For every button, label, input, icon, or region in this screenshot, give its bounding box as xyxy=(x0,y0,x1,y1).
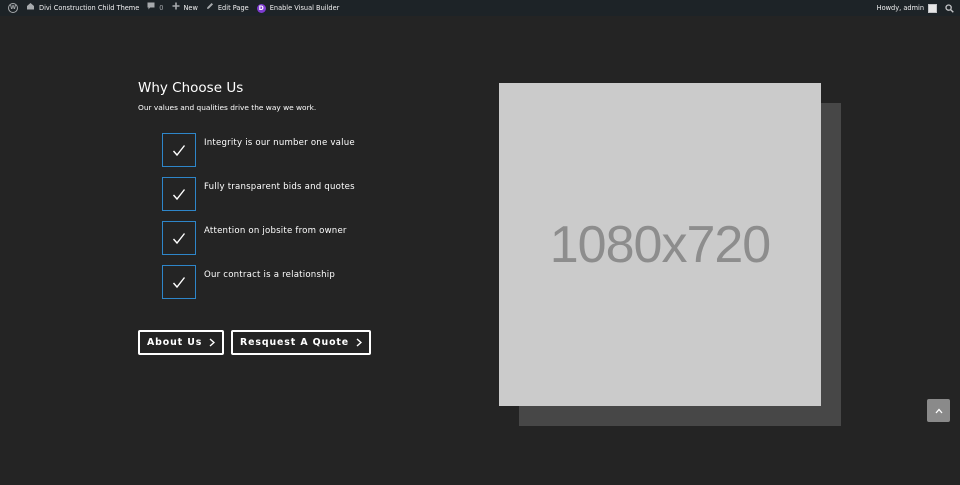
about-us-button[interactable]: About Us xyxy=(138,330,225,355)
site-name: Divi Construction Child Theme xyxy=(39,4,140,12)
admin-bar-secondary: Howdy, admin xyxy=(873,0,960,16)
site-name-link[interactable]: Divi Construction Child Theme xyxy=(22,0,143,16)
wordpress-logo-icon: W xyxy=(8,3,18,13)
feature-text: Integrity is our number one value xyxy=(204,138,355,148)
request-quote-label: Resquest A Quote xyxy=(240,337,350,348)
edit-page-label: Edit Page xyxy=(217,4,249,12)
feature-item: Fully transparent bids and quotes xyxy=(162,177,422,211)
feature-text: Our contract is a relationship xyxy=(204,270,336,280)
comment-bubble-icon xyxy=(147,0,155,16)
admin-search[interactable] xyxy=(941,0,960,16)
account-menu[interactable]: Howdy, admin xyxy=(873,0,941,16)
feature-item: Integrity is our number one value xyxy=(162,133,422,167)
section-title: Why Choose Us xyxy=(138,80,244,96)
visual-builder-label: Enable Visual Builder xyxy=(269,4,340,12)
chevron-up-icon xyxy=(935,408,942,413)
section-subtitle: Our values and qualities drive the way w… xyxy=(138,103,317,112)
wordpress-menu[interactable]: W xyxy=(0,0,22,16)
feature-item: Our contract is a relationship xyxy=(162,265,422,299)
avatar xyxy=(928,3,937,13)
search-icon xyxy=(945,3,954,13)
comments-count: 0 xyxy=(159,4,164,12)
feature-text: Fully transparent bids and quotes xyxy=(204,182,355,192)
plus-icon xyxy=(172,0,180,16)
checkmark-box xyxy=(162,177,196,211)
visual-builder-link[interactable]: D Enable Visual Builder xyxy=(253,0,344,16)
checkmark-icon xyxy=(172,232,186,244)
new-content-menu[interactable]: New xyxy=(168,0,202,16)
placeholder-image-label: 1080x720 xyxy=(549,215,771,274)
checkmark-icon xyxy=(172,144,186,156)
edit-page-link[interactable]: Edit Page xyxy=(202,0,253,16)
checkmark-box xyxy=(162,265,196,299)
greeting: Howdy, admin xyxy=(876,4,924,12)
chevron-right-icon xyxy=(209,338,216,347)
comments-link[interactable]: 0 xyxy=(143,0,167,16)
home-icon xyxy=(26,0,35,16)
pencil-icon xyxy=(206,0,214,16)
checkmark-box xyxy=(162,221,196,255)
feature-item: Attention on jobsite from owner xyxy=(162,221,422,255)
request-quote-button[interactable]: Resquest A Quote xyxy=(231,330,372,355)
back-to-top-button[interactable] xyxy=(927,399,950,422)
about-us-label: About Us xyxy=(147,337,203,348)
new-label: New xyxy=(183,4,198,12)
checkmark-icon xyxy=(172,276,186,288)
admin-bar: W Divi Construction Child Theme 0 New Ed… xyxy=(0,0,960,16)
placeholder-image: 1080x720 xyxy=(499,83,821,406)
feature-text: Attention on jobsite from owner xyxy=(204,226,347,236)
divi-logo-icon: D xyxy=(256,3,266,13)
chevron-right-icon xyxy=(356,338,363,347)
checkmark-icon xyxy=(172,188,186,200)
checkmark-box xyxy=(162,133,196,167)
